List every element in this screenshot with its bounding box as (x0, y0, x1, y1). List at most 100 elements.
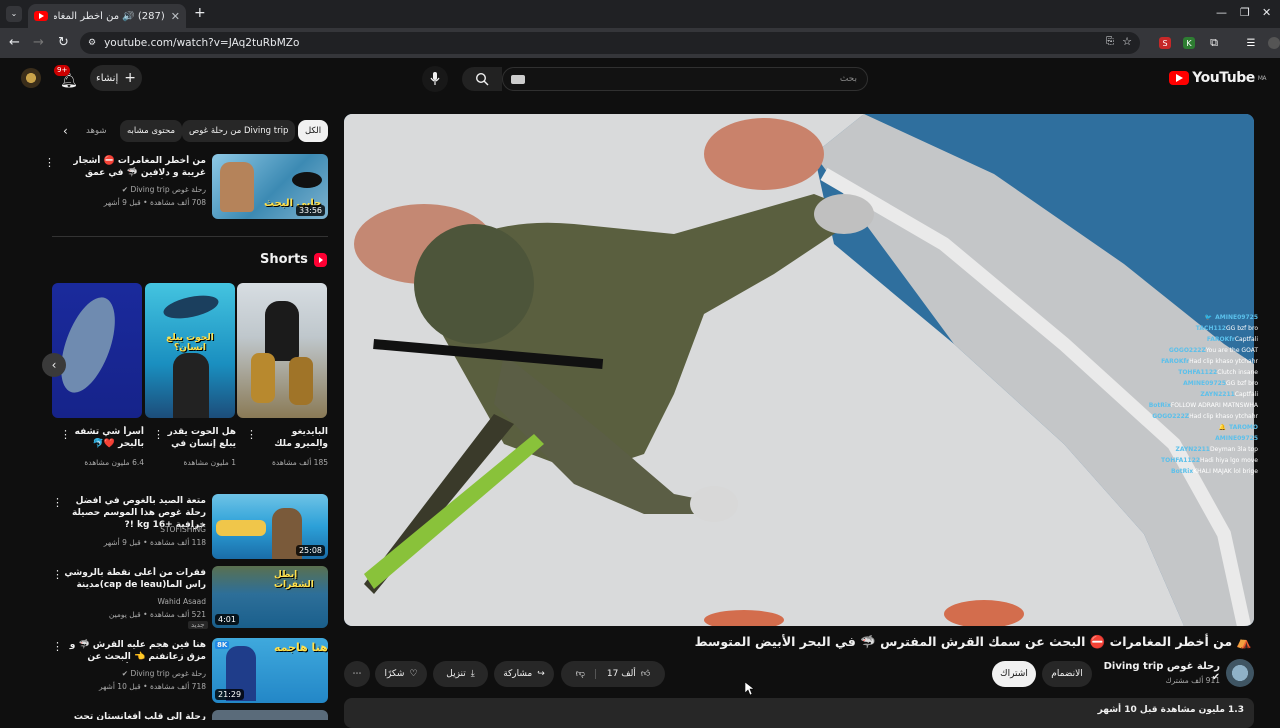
duration-badge: 21:29 (215, 689, 245, 700)
search-button[interactable] (462, 67, 502, 91)
thumbs-up-icon[interactable]: 👍︎ (641, 669, 650, 679)
related-channel[interactable]: Wahid Asaad (56, 596, 206, 607)
more-options-icon[interactable]: ⋮ (52, 640, 63, 653)
related-channel[interactable]: رحلة غوص Diving trip ✔ (56, 668, 206, 679)
profile-avatar-icon[interactable] (1268, 37, 1280, 49)
video-frame (344, 114, 1254, 626)
thumb-caption: إبطل الشفرات (274, 570, 314, 590)
extension-s-icon[interactable]: S (1159, 37, 1171, 49)
download-button[interactable]: تنزيل ⤓ (433, 661, 488, 687)
description-box[interactable]: 1.3 مليون مشاهدة قبل 10 أشهر (344, 698, 1254, 728)
related-channel[interactable]: رحلة غوص Diving trip ✔ (56, 184, 206, 195)
more-options-icon[interactable]: ⋮ (52, 568, 63, 581)
more-options-icon[interactable]: ⋮ (60, 428, 71, 441)
search-input[interactable]: بحث (502, 67, 868, 91)
more-options-icon[interactable]: ⋮ (153, 428, 164, 441)
chat-line: TAROMO🔔 (1218, 424, 1258, 431)
more-options-icon[interactable]: ⋮ (52, 496, 63, 509)
site-info-icon[interactable]: ⚙ (88, 38, 96, 48)
new-tab-button[interactable]: + (194, 5, 206, 21)
related-title[interactable]: من أخطر المغامرات ⛔ أشجار غريبة و دلافين… (56, 155, 206, 179)
short-title-2[interactable]: هل الحوت يقدر يبلع إنسان في ... (164, 426, 236, 450)
short-views-1: 185 ألف مشاهدة (271, 458, 328, 467)
microphone-icon (430, 72, 440, 85)
views-and-date: 1.3 مليون مشاهدة قبل 10 أشهر (1097, 705, 1244, 715)
chat-line: AMINE09725 (1215, 435, 1258, 442)
duration-badge: 25:08 (295, 545, 325, 556)
chip-watched[interactable]: شوهد (86, 120, 114, 142)
create-button[interactable]: إنشاء + (90, 65, 142, 91)
reload-icon[interactable]: ↻ (58, 35, 69, 50)
chips-scroll-left-icon[interactable]: ‹ (63, 124, 68, 138)
related-meta: 708 ألف مشاهدة • قبل 9 أشهر (103, 198, 206, 207)
share-button[interactable]: مشاركة ↪ (494, 661, 554, 687)
shorts-logo-icon (313, 252, 327, 267)
dislike-button[interactable]: 👎︎ (576, 669, 596, 679)
related-meta: 521 ألف مشاهدة • قبل يومين (108, 610, 206, 619)
chip-diving-trip[interactable]: من رحلة غوص Diving trip (182, 120, 296, 142)
duration-badge: 33:56 (295, 205, 325, 216)
related-thumbnail-3[interactable]: هنا هاجمه 8K 21:29 (212, 638, 328, 703)
thanks-icon: ♡ (409, 669, 418, 679)
short-title-1[interactable]: البايديغو والميرو ملك الأعماق (256, 426, 328, 450)
keyboard-icon[interactable] (511, 75, 525, 84)
chip-all[interactable]: الكل (298, 120, 329, 142)
browser-tab-active[interactable]: (287) 🔊 من أخطر المغامرات ✕ (28, 4, 186, 28)
notifications-button[interactable]: 🔔︎ 9+ (54, 65, 80, 90)
channel-avatar[interactable] (1226, 659, 1254, 687)
chat-line: AMINE09725GG bzf bro (1183, 380, 1258, 387)
forward-icon[interactable]: → (33, 35, 44, 50)
thanks-button[interactable]: شكرًا ♡ (375, 661, 427, 687)
chat-line: BotRixKHALI MAJAK lol brige (1171, 468, 1258, 475)
youtube-logo[interactable]: YouTube MA (1169, 70, 1267, 86)
like-count[interactable]: 17 ألف (601, 669, 636, 679)
short-thumbnail-2[interactable]: الحوت يبلع انسان؟ (145, 283, 235, 418)
short-views-3: 6.4 مليون مشاهدة (84, 458, 144, 467)
extensions-puzzle-icon[interactable]: ⧉ (1208, 36, 1220, 49)
related-channel[interactable]: STOFISHING (56, 524, 206, 535)
quality-badge: 8K (215, 641, 230, 649)
chat-line: TACH112GG bzf bro (1195, 325, 1258, 332)
shorts-prev-button[interactable]: ‹ (42, 353, 66, 377)
related-thumbnail-1[interactable]: 25:08 (212, 494, 328, 559)
short-thumbnail-3[interactable] (52, 283, 142, 418)
shorts-heading: Shorts (260, 252, 308, 267)
video-title: ⛺ من أخطر المغامرات ⛔ البحث عن سمك القرش… (694, 634, 1252, 649)
more-options-icon[interactable]: ⋮ (246, 428, 257, 441)
tab-list-button[interactable]: ⌄ (6, 6, 22, 22)
tab-close-icon[interactable]: ✕ (171, 10, 180, 23)
minimize-button[interactable]: — (1216, 6, 1227, 19)
close-window-button[interactable]: ✕ (1262, 6, 1271, 19)
related-title[interactable]: رحلة إلى قلب أفغانستان تحت سيطرة طالب... (56, 711, 206, 720)
bookmark-star-icon[interactable]: ☆ (1122, 35, 1132, 48)
account-avatar[interactable] (21, 68, 41, 88)
more-options-icon[interactable]: ⋮ (44, 156, 55, 169)
related-thumbnail-4[interactable] (212, 710, 328, 720)
download-icon: ⤓ (470, 669, 475, 679)
install-app-icon[interactable]: ⎘ (1106, 36, 1114, 47)
subscribe-button[interactable]: اشتراك (992, 661, 1036, 687)
chip-similar[interactable]: محتوى مشابه (120, 120, 182, 142)
search-icon (475, 72, 489, 86)
address-bar[interactable]: ⚙ youtube.com/watch?v=JAq2tuRbMZo ⎘ ☆ (80, 32, 1140, 54)
more-actions-button[interactable]: ⋯ (344, 661, 370, 687)
browser-toolbar: ← → ↻ ⚙ youtube.com/watch?v=JAq2tuRbMZo … (0, 28, 1280, 58)
short-thumbnail-1[interactable] (237, 283, 327, 418)
extension-k-icon[interactable]: K (1183, 37, 1195, 49)
duration-badge: 4:01 (215, 614, 239, 625)
video-player[interactable] (344, 114, 1254, 626)
related-title[interactable]: فقرات من أعلى نقطة بالروشي راس الما(cap … (56, 567, 206, 591)
reading-list-icon[interactable]: ☰ (1245, 37, 1257, 49)
logo-country-code: MA (1257, 74, 1267, 82)
join-button[interactable]: الانضمام (1042, 661, 1092, 687)
maximize-button[interactable]: ❐ (1240, 6, 1250, 19)
related-thumbnail-2[interactable]: إبطل الشفرات 4:01 (212, 566, 328, 628)
short-title-3[interactable]: أسرأ شي تشفه بالبحر ❤️🐬 (72, 426, 144, 450)
back-icon[interactable]: ← (9, 35, 20, 50)
related-thumbnail-top[interactable]: جابي البحث 33:56 (212, 154, 328, 219)
related-title[interactable]: هنا فين هجم عليه القرش 🦈 و مزق زعانفنم 👈… (56, 639, 206, 663)
chat-line: GOGO222ZHad clip khaso ytchahr (1152, 413, 1258, 420)
chat-line: TOHFA1122Clutch insane (1178, 369, 1258, 376)
chat-line: GOGO222ZYou are the GOAT (1168, 347, 1258, 354)
voice-search-button[interactable] (422, 66, 448, 92)
